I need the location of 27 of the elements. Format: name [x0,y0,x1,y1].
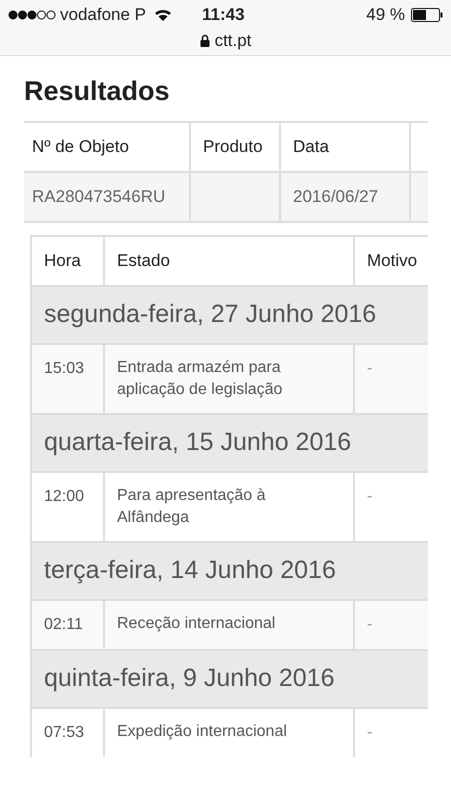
event-reason: - [367,616,372,633]
date-group-header: terça-feira, 14 Junho 2016 [32,541,428,599]
battery-percent: 49 % [366,4,405,26]
page-title: Resultados [24,75,171,108]
event-reason: - [367,488,372,505]
carrier-name: vodafone P [60,4,146,26]
event-time: 02:11 [44,616,83,633]
date-group-header: quarta-feira, 15 Junho 2016 [32,413,428,471]
event-reason: - [367,360,372,377]
url-text[interactable]: ctt.pt [214,28,252,54]
event-time: 12:00 [44,488,84,505]
event-status: Entrada armazém para aplicação de legislação [117,359,282,398]
lock-icon [200,34,210,48]
date-group-header: quinta-feira, 9 Junho 2016 [32,649,428,707]
signal-icon [8,10,56,20]
date-group-header: segunda-feira, 27 Junho 2016 [32,285,428,343]
event-reason: - [367,724,372,741]
table-cell: 2016/06/27 [281,173,411,221]
event-time: 07:53 [44,724,84,741]
clock-time: 11:43 [202,4,245,26]
event-time: 15:03 [44,360,84,377]
wifi-icon [154,8,172,22]
event-status: Expedição internacional [117,723,287,740]
table-cell: RA280473546RU [24,173,191,221]
event-status: Para apresentação à Alfândega [117,487,266,526]
battery-icon [411,8,443,22]
event-status: Receção internacional [117,615,276,632]
